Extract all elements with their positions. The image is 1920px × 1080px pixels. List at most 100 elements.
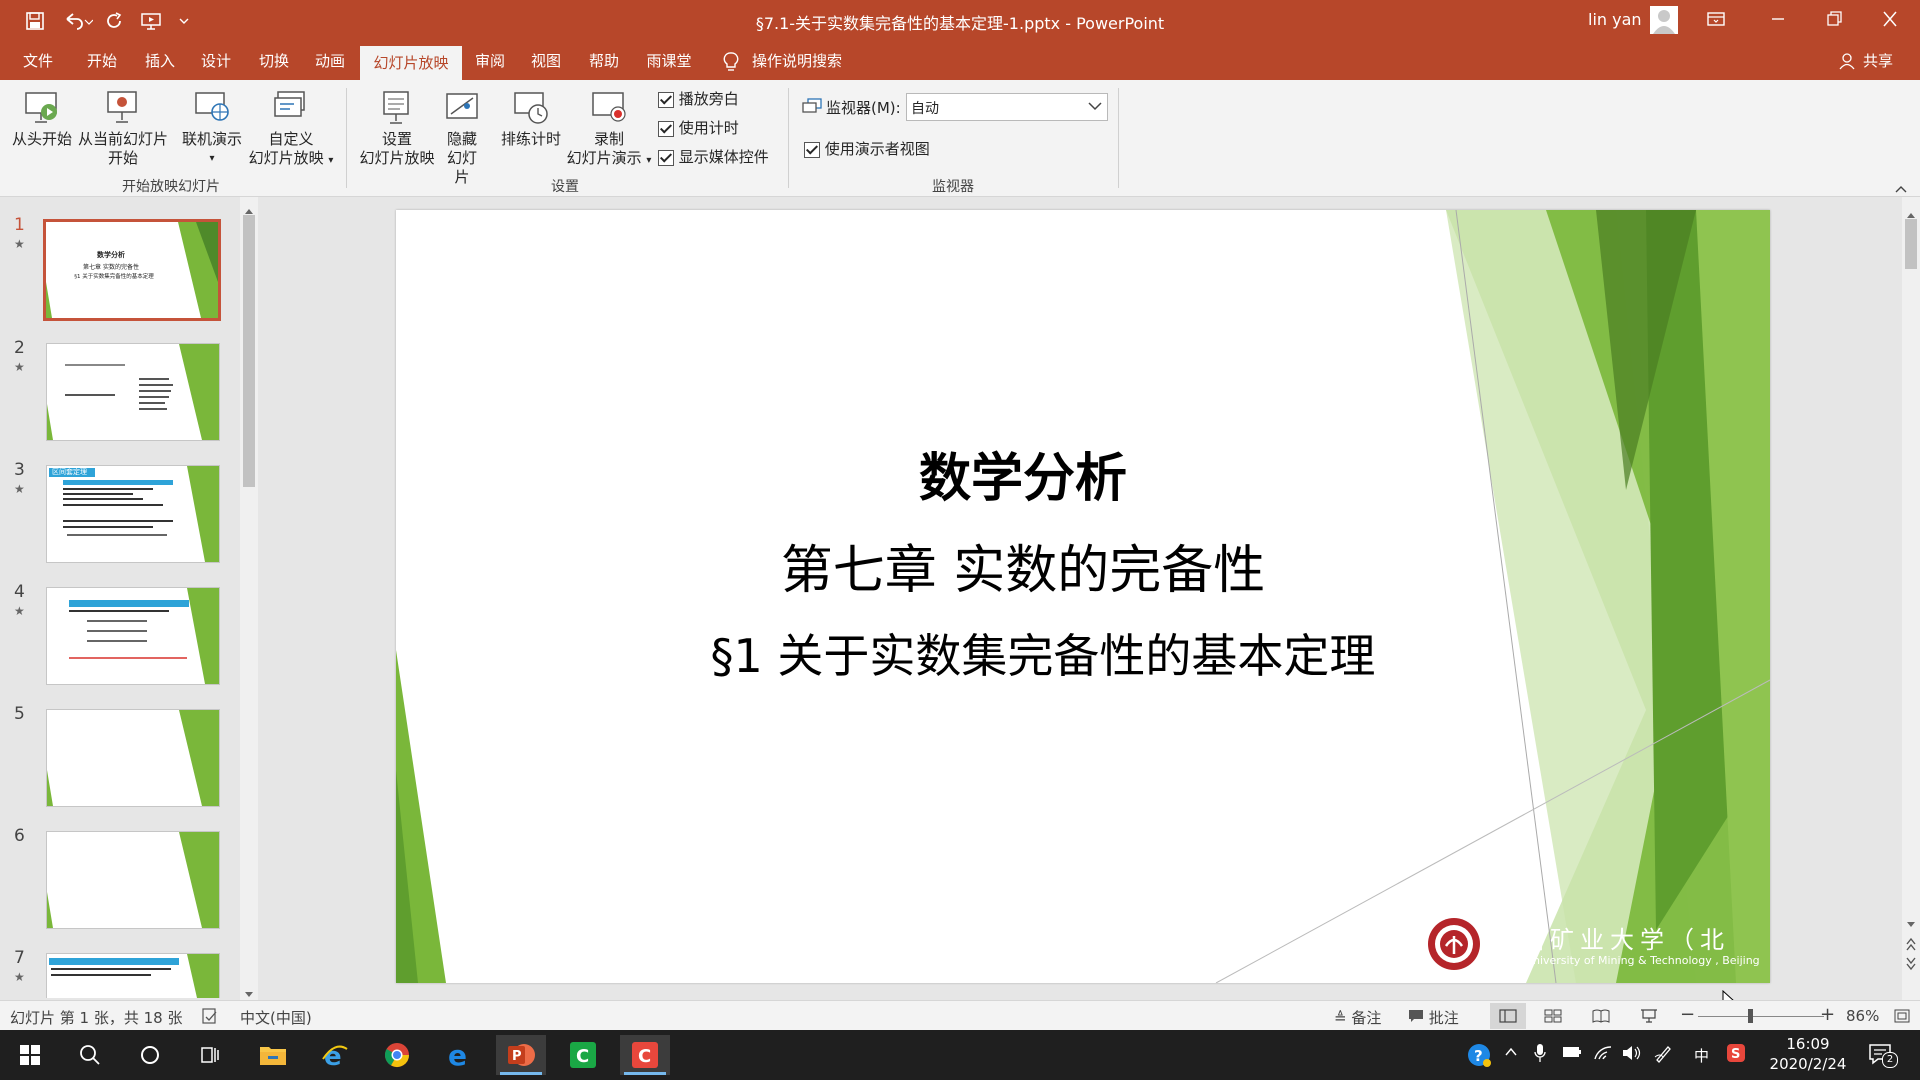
university-seal-icon [1426, 916, 1482, 976]
minimize-icon[interactable] [1768, 10, 1788, 32]
tab-transitions[interactable]: 切换 [246, 42, 302, 80]
group-label-setup: 设置 [551, 179, 579, 195]
normal-view-button[interactable] [1490, 1003, 1526, 1029]
volume-icon[interactable] [1622, 1045, 1642, 1065]
slide-thumbnail-5[interactable] [46, 709, 220, 807]
setup-slideshow-button[interactable]: 设置 幻灯片放映 [354, 90, 440, 168]
zoom-slider[interactable] [1698, 1009, 1824, 1023]
ribbon-display-options-icon[interactable] [1706, 10, 1726, 32]
wifi-icon[interactable] [1594, 1045, 1612, 1065]
notes-button[interactable]: ≜ 备注 [1334, 1007, 1381, 1028]
slide-thumbnail-6[interactable] [46, 831, 220, 929]
tab-file[interactable]: 文件 [10, 42, 66, 80]
slide-title[interactable]: 数学分析 [396, 436, 1710, 511]
tab-help[interactable]: 帮助 [576, 42, 632, 80]
language-status[interactable]: 中文(中国) [240, 1007, 312, 1028]
user-name[interactable]: lin yan [1588, 10, 1642, 29]
rehearse-timings-button[interactable]: 排练计时 [494, 90, 568, 149]
comments-button[interactable]: 批注 [1408, 1007, 1459, 1028]
thumbnail-decor [47, 832, 219, 928]
slide-thumbnail-3[interactable]: 区间套定理 [46, 465, 220, 563]
thumbnail-number: 6 [14, 826, 25, 846]
tab-home[interactable]: 开始 [74, 42, 130, 80]
internet-explorer-icon[interactable]: e [310, 1035, 360, 1075]
fit-slide-icon[interactable] [1894, 1009, 1910, 1027]
share-icon[interactable] [1838, 52, 1856, 74]
play-narrations-checkbox[interactable]: 播放旁白 [658, 88, 739, 109]
university-logo-cn: 中国矿业大学（北京） [1490, 926, 1730, 983]
slide-thumbnail-4[interactable] [46, 587, 220, 685]
zoom-in-icon[interactable]: + [1820, 1004, 1835, 1025]
scrollbar-thumb[interactable] [1905, 219, 1917, 269]
windows-start-icon[interactable] [5, 1035, 55, 1075]
edge-icon[interactable]: e [434, 1035, 484, 1075]
next-slide-icon[interactable] [1906, 957, 1916, 975]
zoom-level[interactable]: 86% [1846, 1007, 1879, 1025]
scroll-down-icon[interactable] [1906, 915, 1916, 933]
monitor-select[interactable]: 自动 [906, 93, 1108, 121]
scrollbar-thumb[interactable] [243, 215, 255, 487]
record-slideshow-button[interactable]: 录制 幻灯片演示 ▾ [566, 90, 652, 170]
action-center-icon[interactable]: 2 [1868, 1042, 1898, 1070]
file-explorer-icon[interactable] [248, 1035, 298, 1075]
status-bar: 幻灯片 第 1 张，共 18 张 中文(中国) ≜ 备注 批注 − + 86% [0, 1000, 1920, 1031]
clock[interactable]: 16:09 2020/2/24 [1766, 1034, 1850, 1074]
show-hidden-icons-icon[interactable] [1504, 1045, 1518, 1063]
animation-star-icon: ★ [14, 604, 25, 618]
zoom-out-icon[interactable]: − [1680, 1004, 1695, 1025]
slideshow-view-icon[interactable] [1640, 1009, 1658, 1027]
slide-thumbnail-1[interactable]: 数学分析 第七章 实数的完备性 §1 关于实数集完备性的基本定理 [43, 219, 221, 321]
camtasia-recorder-icon[interactable]: C [620, 1035, 670, 1075]
restore-icon[interactable] [1824, 10, 1844, 32]
powerpoint-taskbar-icon[interactable]: P [496, 1035, 546, 1075]
from-beginning-button[interactable]: 从头开始 [8, 90, 76, 149]
battery-icon[interactable] [1562, 1045, 1582, 1063]
task-view-icon[interactable] [185, 1035, 235, 1075]
current-slide[interactable]: 数学分析 第七章 实数的完备性 §1 关于实数集完备性的基本定理 中国矿业大学（… [396, 210, 1770, 983]
slide-section-heading[interactable]: §1 关于实数集完备性的基本定理 [396, 620, 1730, 686]
slide-sorter-view-icon[interactable] [1544, 1009, 1562, 1027]
tell-me-search[interactable]: 操作说明搜索 [752, 42, 862, 80]
microphone-icon[interactable] [1534, 1043, 1546, 1067]
chrome-icon[interactable] [372, 1035, 422, 1075]
tab-view[interactable]: 视图 [518, 42, 574, 80]
slide-subtitle[interactable]: 第七章 实数的完备性 [396, 528, 1710, 603]
thumbnail-number: 4 [14, 582, 25, 602]
slide-thumbnail-2[interactable] [46, 343, 220, 441]
reading-view-icon[interactable] [1592, 1009, 1610, 1027]
spell-check-icon[interactable] [202, 1008, 218, 1028]
tab-animations[interactable]: 动画 [302, 42, 358, 80]
online-present-button[interactable]: 联机演示 ▾ [176, 90, 248, 168]
search-icon[interactable] [65, 1035, 115, 1075]
use-timings-checkbox[interactable]: 使用计时 [658, 117, 739, 138]
help-shield-icon[interactable]: ? [1466, 1042, 1492, 1072]
tab-review[interactable]: 审阅 [462, 42, 518, 80]
avatar[interactable] [1650, 6, 1678, 34]
collapse-ribbon-icon[interactable] [1894, 180, 1908, 198]
slide-scrollbar[interactable] [1902, 197, 1920, 1000]
cortana-icon[interactable] [125, 1035, 175, 1075]
pen-icon[interactable] [1654, 1045, 1672, 1067]
presenter-view-checkbox[interactable]: 使用演示者视图 [804, 138, 930, 159]
from-current-slide-button[interactable]: 从当前幻灯片 开始 [76, 90, 170, 168]
tab-design[interactable]: 设计 [188, 42, 244, 80]
zoom-slider-thumb[interactable] [1748, 1009, 1753, 1023]
tab-insert[interactable]: 插入 [132, 42, 188, 80]
tab-slideshow[interactable]: 幻灯片放映 [360, 46, 462, 80]
hide-slide-button[interactable]: 隐藏 幻灯片 [440, 90, 484, 187]
ime-indicator[interactable]: 中 [1694, 1045, 1709, 1066]
show-media-controls-checkbox[interactable]: 显示媒体控件 [658, 146, 769, 167]
animation-star-icon: ★ [14, 482, 25, 496]
checkbox-checked-icon [804, 141, 820, 158]
slide-thumbnail-7[interactable] [46, 953, 220, 998]
lightbulb-icon [722, 51, 740, 77]
share-button[interactable]: 共享 [1858, 42, 1898, 80]
previous-slide-icon[interactable] [1906, 937, 1916, 955]
thumbnails-scrollbar[interactable] [240, 197, 258, 1000]
group-separator [346, 88, 347, 188]
camtasia-green-icon[interactable]: C [558, 1035, 608, 1075]
custom-slideshow-button[interactable]: 自定义 幻灯片放映 ▾ [248, 90, 334, 170]
sogou-input-icon[interactable]: S [1726, 1043, 1746, 1067]
close-icon[interactable] [1880, 10, 1900, 32]
tab-rain-classroom[interactable]: 雨课堂 [636, 42, 702, 80]
